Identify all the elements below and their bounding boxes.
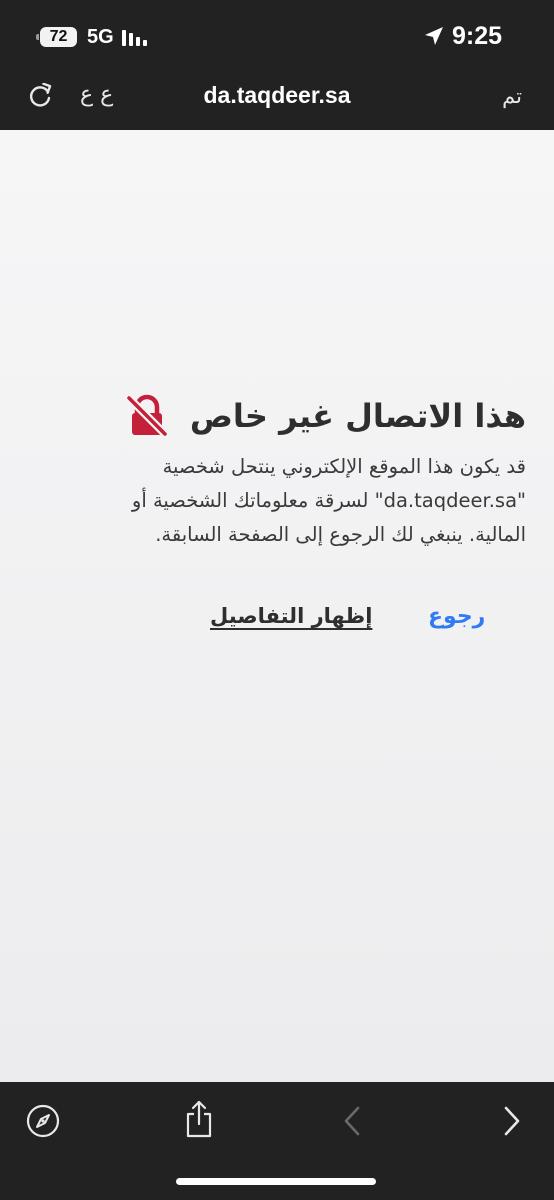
clock: 9:25 <box>452 22 503 50</box>
reload-icon[interactable] <box>28 83 54 109</box>
chevron-left-icon[interactable] <box>340 1104 364 1138</box>
warning-title: هذا الاتصال غير خاص <box>189 397 526 435</box>
broken-lock-icon <box>123 393 170 439</box>
go-back-link[interactable]: رجوع <box>428 604 485 629</box>
text-size-button[interactable]: ع ع <box>80 82 113 107</box>
done-button[interactable]: تم <box>502 84 522 108</box>
battery-indicator: 72 <box>36 27 77 47</box>
share-icon[interactable] <box>184 1100 214 1138</box>
warning-message-line: قد يكون هذا الموقع الإلكتروني ينتحل شخصي… <box>162 455 526 478</box>
warning-message-line: المالية. ينبغي لك الرجوع إلى الصفحة السا… <box>155 523 526 546</box>
warning-actions: رجوع إظهار التفاصيل <box>0 600 554 640</box>
compass-icon[interactable] <box>26 1104 60 1138</box>
warning-title-row: هذا الاتصال غير خاص <box>28 390 526 442</box>
status-bar: 72 5G 9:25 <box>0 0 554 72</box>
warning-message: قد يكون هذا الموقع الإلكتروني ينتحل شخصي… <box>28 450 526 552</box>
privacy-warning: هذا الاتصال غير خاص قد يكون هذا الموقع ا… <box>28 390 526 552</box>
show-details-link[interactable]: إظهار التفاصيل <box>210 604 372 628</box>
chevron-right-icon[interactable] <box>500 1104 524 1138</box>
home-indicator[interactable] <box>176 1178 376 1185</box>
location-arrow-icon <box>425 27 443 45</box>
address-bar: ع ع da.taqdeer.sa تم <box>0 72 554 130</box>
network-type: 5G <box>87 26 114 48</box>
page-content: هذا الاتصال غير خاص قد يكون هذا الموقع ا… <box>0 130 554 1082</box>
url-field[interactable]: da.taqdeer.sa <box>160 82 394 109</box>
signal-icon <box>122 30 147 46</box>
warning-message-line: "da.taqdeer.sa" لسرقة معلوماتك الشخصية أ… <box>131 489 526 512</box>
